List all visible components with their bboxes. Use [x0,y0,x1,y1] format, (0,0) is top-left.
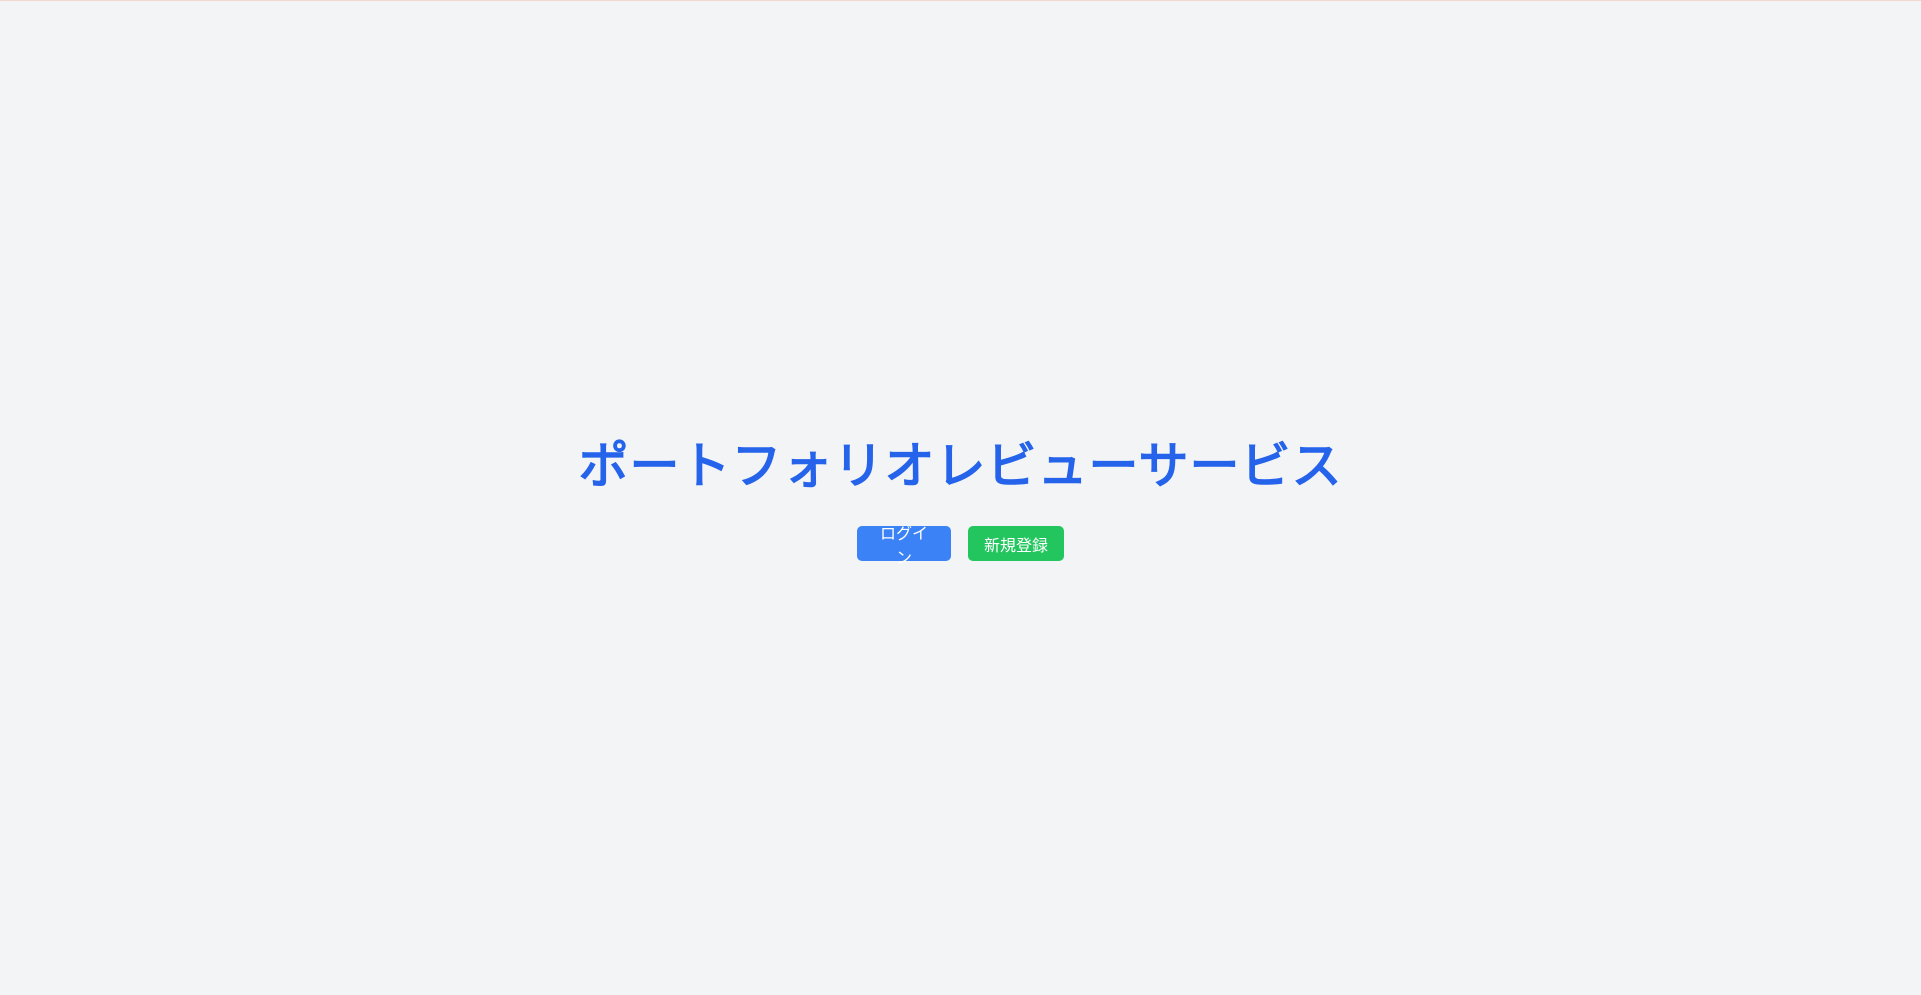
action-buttons: ログイン 新規登録 [857,524,1064,567]
hero-section: ポートフォリオレビューサービス ログイン 新規登録 [0,436,1921,567]
login-button[interactable]: ログイン [857,524,951,567]
page-title: ポートフォリオレビューサービス [578,437,1343,495]
register-button[interactable]: 新規登録 [968,526,1064,561]
